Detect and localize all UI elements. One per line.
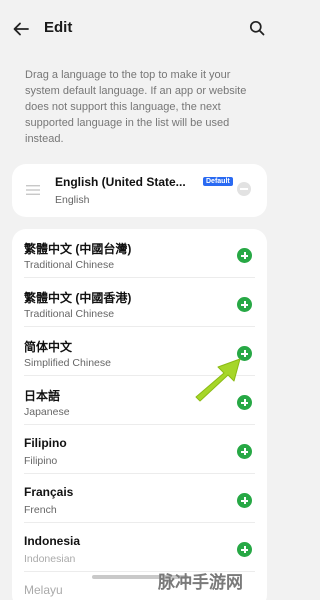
list-item[interactable]: Indonesia Indonesian: [12, 523, 267, 572]
language-name: Indonesia: [24, 534, 81, 548]
add-circle-icon[interactable]: [237, 248, 252, 263]
language-name: Filipino: [24, 436, 67, 450]
language-subtitle: Simplified Chinese: [24, 357, 111, 369]
instruction-text: Drag a language to the top to make it yo…: [25, 69, 247, 145]
minus-circle-icon: [237, 182, 251, 196]
default-badge: Default: [203, 177, 233, 186]
list-item[interactable]: Français French: [12, 474, 267, 523]
language-subtitle: Filipino: [24, 455, 58, 467]
language-subtitle: Japanese: [24, 406, 70, 418]
language-name: 繁體中文 (中國台灣): [24, 242, 132, 256]
search-icon[interactable]: [249, 20, 265, 36]
add-circle-icon[interactable]: [237, 444, 252, 459]
add-circle-icon[interactable]: [237, 493, 252, 508]
language-name: 繁體中文 (中國香港): [24, 291, 132, 305]
list-item[interactable]: 繁體中文 (中國香港) Traditional Chinese: [12, 278, 267, 327]
page-title: Edit: [44, 19, 73, 36]
arrow-left-icon[interactable]: [12, 20, 30, 38]
top-bar: Edit: [0, 0, 279, 58]
language-name: 日本語: [24, 389, 61, 403]
drag-handle-icon[interactable]: [26, 185, 40, 195]
language-subtitle: Indonesian: [24, 553, 76, 565]
language-name: Melayu: [24, 583, 63, 597]
add-circle-icon[interactable]: [237, 542, 252, 557]
default-language-subtitle: English: [55, 194, 90, 206]
list-item[interactable]: 繁體中文 (中國台灣) Traditional Chinese: [12, 229, 267, 278]
language-subtitle: French: [24, 504, 57, 516]
language-subtitle: Traditional Chinese: [24, 308, 115, 320]
add-circle-icon[interactable]: [237, 297, 252, 312]
language-name: Français: [24, 485, 74, 499]
default-language-name: English (United State...: [55, 175, 186, 189]
watermark: 脉冲手游网: [158, 573, 243, 592]
language-list: 繁體中文 (中國台灣) Traditional Chinese 繁體中文 (中國…: [12, 229, 267, 600]
language-name: 简体中文: [24, 340, 73, 354]
pointer-arrow-icon: [195, 358, 241, 402]
default-language-card[interactable]: English (United State... Default English: [12, 164, 267, 217]
list-item[interactable]: Filipino Filipino: [12, 425, 267, 474]
language-subtitle: Traditional Chinese: [24, 259, 115, 271]
